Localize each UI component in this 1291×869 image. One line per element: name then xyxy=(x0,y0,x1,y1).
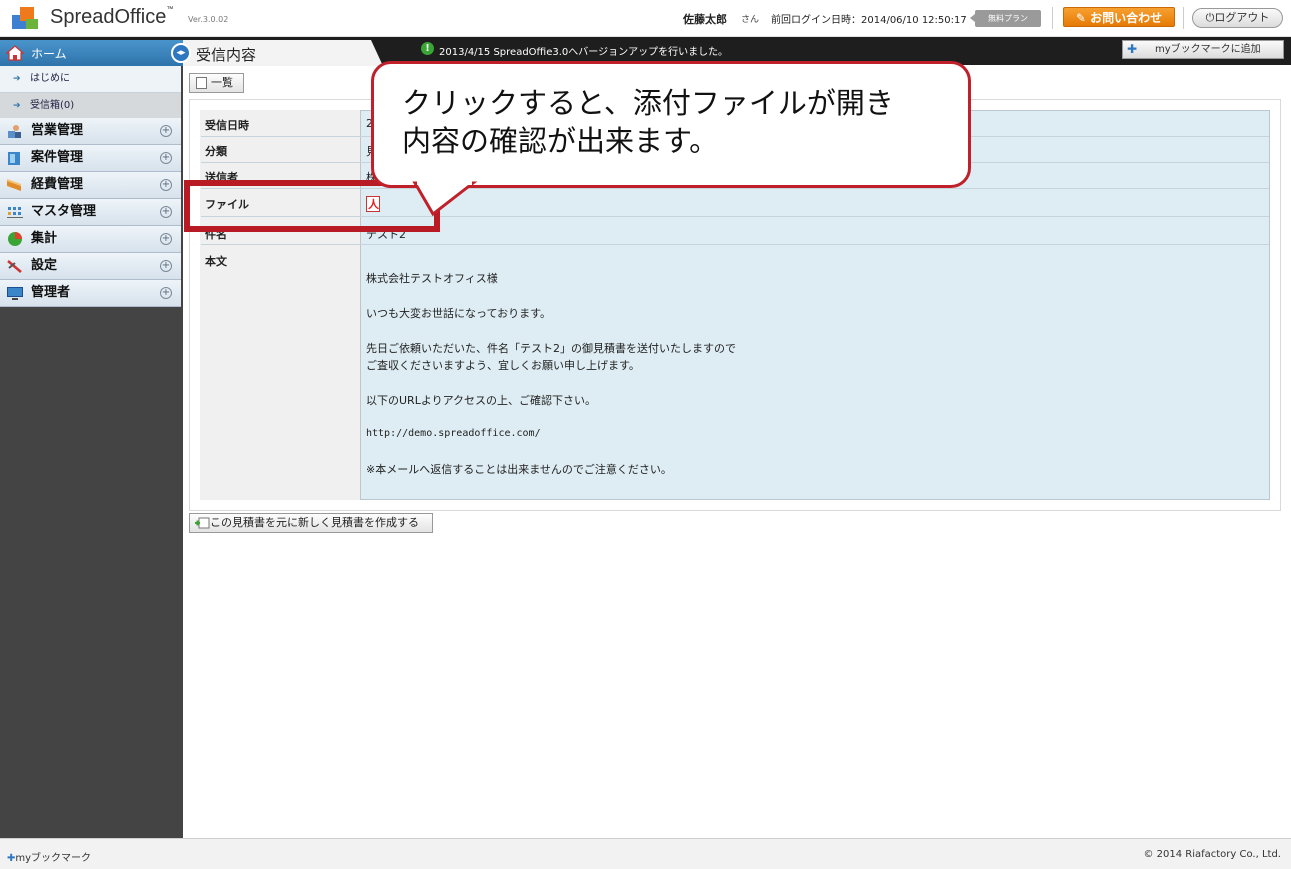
home-label: ホーム xyxy=(31,47,67,61)
sidebar-item-summary[interactable]: 集計 + xyxy=(0,226,181,253)
sidebar-item-sales[interactable]: 営業管理 + xyxy=(0,118,181,145)
copyright: © 2014 Riafactory Co., Ltd. xyxy=(1143,849,1281,860)
expand-icon[interactable]: + xyxy=(160,233,172,245)
sales-icon xyxy=(8,125,21,138)
callout-pointer xyxy=(412,180,478,217)
last-login: 前回ログイン日時：2014/06/10 12:50:17 xyxy=(771,15,967,26)
project-icon xyxy=(8,152,20,165)
info-icon: ! xyxy=(421,42,434,55)
expense-icon xyxy=(7,179,21,191)
category-label: 分類 xyxy=(205,145,227,158)
app-logo[interactable] xyxy=(12,5,40,31)
sidebar-item-expenses[interactable]: 経費管理 + xyxy=(0,172,181,199)
row-divider xyxy=(201,244,1269,245)
expand-icon[interactable]: + xyxy=(160,125,172,137)
body-line: 以下のURLよりアクセスの上、ご確認下さい。 xyxy=(366,394,597,407)
body-line: いつも大変お世話になっております。 xyxy=(366,307,552,320)
expand-icon[interactable]: + xyxy=(160,287,172,299)
master-icon xyxy=(7,207,23,218)
callout-text: クリックすると、添付ファイルが開き 内容の確認が出来ます。 xyxy=(402,86,894,158)
body-line: 株式会社テストオフィス様 xyxy=(366,272,498,285)
version-label: Ver.3.0.02 xyxy=(188,15,229,24)
add-document-icon xyxy=(195,517,210,529)
sidebar-item-projects[interactable]: 案件管理 + xyxy=(0,145,181,172)
sidebar: ➔ はじめに ➔ 受信箱(0) 営業管理 + 案件管理 + 経費管理 + マスタ… xyxy=(0,66,183,838)
list-button[interactable]: 一覧 xyxy=(189,73,244,93)
sidebar-item-settings[interactable]: 設定 + xyxy=(0,253,181,280)
monitor-icon xyxy=(7,287,23,300)
plan-badge[interactable]: 無料プラン xyxy=(970,10,1041,27)
callout-bubble: クリックすると、添付ファイルが開き 内容の確認が出来ます。 xyxy=(371,61,971,188)
pie-chart-icon xyxy=(8,232,22,246)
sidebar-item-intro[interactable]: ➔ はじめに xyxy=(0,66,181,93)
header-divider xyxy=(1183,7,1184,29)
bookmark-add-icon: ✚ xyxy=(1127,42,1138,56)
expand-icon[interactable]: + xyxy=(160,152,172,164)
received-label: 受信日時 xyxy=(205,119,249,132)
news-text[interactable]: 2013/4/15 SpreadOffie3.0へバージョンアップを行いました。 xyxy=(439,43,728,58)
sidebar-toggle-icon[interactable]: ◂▸ xyxy=(171,43,191,63)
sidebar-item-admin[interactable]: 管理者 + xyxy=(0,280,181,307)
list-icon xyxy=(196,77,207,89)
arrow-right-icon: ➔ xyxy=(13,74,21,84)
body-line: ※本メールへ返信することは出来ませんのでご注意ください。 xyxy=(366,463,672,476)
top-header: SpreadOffice™ Ver.3.0.02 佐藤太郎 さん 前回ログイン日… xyxy=(0,0,1291,37)
expand-icon[interactable]: + xyxy=(160,179,172,191)
sidebar-item-inbox[interactable]: ➔ 受信箱(0) xyxy=(0,93,181,120)
body-line: 先日ご依頼いただいた、件名「テスト2」の御見積書を送付いたしますので xyxy=(366,342,736,355)
expand-icon[interactable]: + xyxy=(160,206,172,218)
add-bookmark-button[interactable]: ✚ myブックマークに追加 xyxy=(1122,40,1284,59)
header-divider xyxy=(1052,7,1053,29)
home-icon xyxy=(6,45,24,61)
user-suffix: さん xyxy=(741,15,760,25)
home-tab[interactable]: ホーム xyxy=(0,40,183,66)
tools-icon xyxy=(7,260,22,273)
logout-button[interactable]: ⏻ログアウト xyxy=(1192,8,1283,28)
footer: ✚myブックマーク © 2014 Riafactory Co., Ltd. xyxy=(0,838,1291,869)
body-label: 本文 xyxy=(205,255,227,268)
user-name: 佐藤太郎 xyxy=(683,13,727,26)
arrow-right-icon: ➔ xyxy=(13,101,21,111)
footer-bookmark[interactable]: ✚myブックマーク xyxy=(7,849,91,864)
create-estimate-button[interactable]: この見積書を元に新しく見積書を作成する xyxy=(189,513,433,533)
expand-icon[interactable]: + xyxy=(160,260,172,272)
sidebar-item-master[interactable]: マスタ管理 + xyxy=(0,199,181,226)
body-line: ご査収くださいますよう、宜しくお願い申し上げます。 xyxy=(366,359,640,372)
body-url[interactable]: http://demo.spreadoffice.com/ xyxy=(366,428,541,439)
brand-name: SpreadOffice™ xyxy=(50,6,174,28)
contact-button[interactable]: ✎ お問い合わせ xyxy=(1063,7,1175,27)
page-title: 受信内容 xyxy=(196,46,257,64)
